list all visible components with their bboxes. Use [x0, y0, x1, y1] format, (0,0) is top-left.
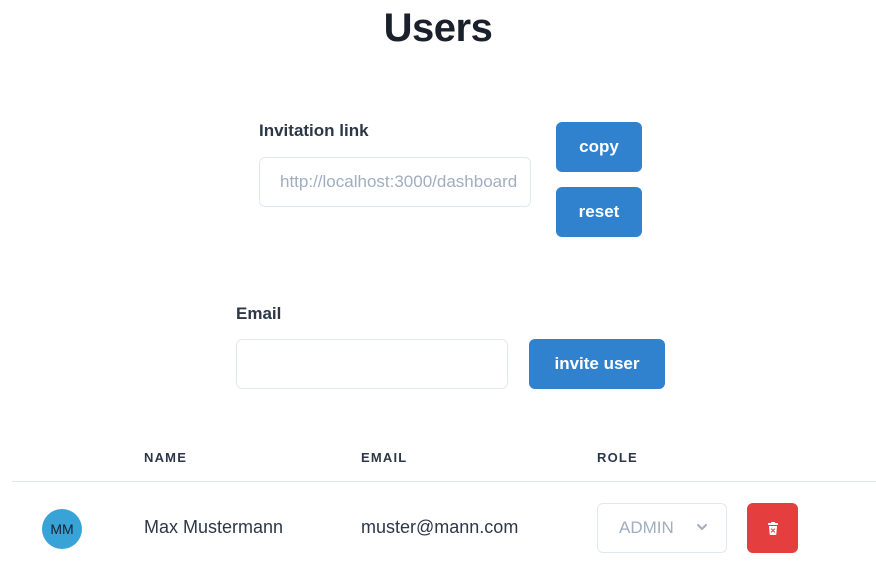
- chevron-down-icon: [697, 524, 707, 530]
- trash-icon: [767, 521, 778, 535]
- email-label: Email: [236, 304, 282, 323]
- delete-user-button[interactable]: [747, 503, 798, 553]
- page-title: Users: [383, 6, 493, 50]
- users-page: Users Invitation link http://localhost:3…: [0, 0, 876, 569]
- invite-user-button[interactable]: invite user: [529, 339, 665, 389]
- table-divider: [12, 481, 876, 482]
- reset-button[interactable]: reset: [556, 187, 642, 237]
- invitation-link-value: http://localhost:3000/dashboard: [280, 172, 518, 191]
- invitation-link-label: Invitation link: [259, 121, 369, 140]
- user-name: Max Mustermann: [144, 517, 284, 537]
- avatar: MM: [42, 509, 82, 549]
- copy-button[interactable]: copy: [556, 122, 642, 172]
- role-select[interactable]: ADMIN: [597, 503, 727, 553]
- column-header-name: NAME: [144, 450, 188, 465]
- user-email: muster@mann.com: [361, 517, 519, 537]
- email-field[interactable]: [236, 339, 508, 389]
- invitation-link-field[interactable]: http://localhost:3000/dashboard: [259, 157, 531, 207]
- role-select-value: ADMIN: [619, 518, 674, 537]
- column-header-role: ROLE: [597, 450, 638, 465]
- column-header-email: EMAIL: [361, 450, 408, 465]
